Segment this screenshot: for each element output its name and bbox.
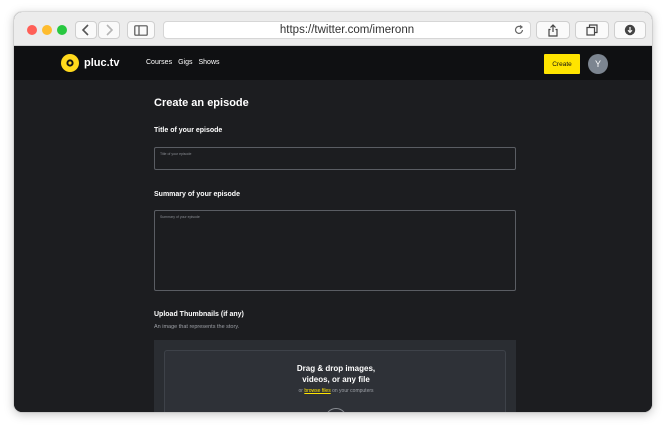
upload-area: Drag & drop images, videos, or any file … [154,340,516,412]
browser-window: https://twitter.com/imeronn pluc.tv Cour… [14,12,652,412]
share-button[interactable] [536,21,570,39]
tabs-button[interactable] [575,21,609,39]
downloads-button[interactable] [614,21,646,39]
sidebar-icon [134,24,148,36]
share-icon [548,23,558,37]
download-icon [624,24,636,36]
brand-name: pluc.tv [84,57,120,69]
upload-label: Upload Thumbnails (if any) [154,311,244,318]
avatar[interactable]: Y [588,54,608,74]
sidebar-toggle-button[interactable] [127,21,155,39]
nav-link-courses[interactable]: Courses [146,59,172,66]
reload-icon[interactable] [513,24,525,36]
brand-logo[interactable]: pluc.tv [61,54,119,72]
address-bar[interactable]: https://twitter.com/imeronn [163,21,531,39]
top-navbar: pluc.tv Courses Gigs Shows Create Y [14,46,652,80]
drop-or-text: or [298,388,303,394]
drop-title-line2: videos, or any file [302,375,370,384]
web-page: pluc.tv Courses Gigs Shows Create Y Crea… [14,46,652,412]
drop-zone[interactable]: Drag & drop images, videos, or any file … [164,350,506,412]
close-window-button[interactable] [27,25,37,35]
tabs-icon [586,24,598,36]
title-label: Title of your episode [154,127,223,134]
nav-links: Courses Gigs Shows [146,59,220,66]
upload-sublabel: An image that represents the story. [154,324,240,330]
browse-files-link[interactable]: browse files [304,388,330,394]
browser-toolbar: https://twitter.com/imeronn [14,12,652,46]
minimize-window-button[interactable] [42,25,52,35]
title-input[interactable]: Title of your episode [154,147,516,170]
nav-link-gigs[interactable]: Gigs [178,59,192,66]
summary-placeholder: Summary of your episode [160,215,200,219]
forward-button[interactable] [98,21,120,39]
summary-textarea[interactable]: Summary of your episode [154,210,516,291]
upload-icon [325,408,347,412]
title-placeholder: Title of your episode [160,152,192,156]
nav-link-shows[interactable]: Shows [198,59,219,66]
page-title: Create an episode [154,97,249,109]
summary-label: Summary of your episode [154,191,240,198]
create-button[interactable]: Create [544,54,580,74]
drop-title-line1: Drag & drop images, [296,364,376,373]
back-button[interactable] [75,21,97,39]
logo-icon [61,54,79,72]
drop-title: Drag & drop images, videos, or any file [165,363,507,385]
url-text: https://twitter.com/imeronn [279,24,415,36]
chevron-left-icon [81,24,89,36]
chevron-right-icon [106,24,114,36]
drop-subtext: or browse files on your computers [165,388,507,394]
drop-suffix-text: on your computers [332,388,374,394]
zoom-window-button[interactable] [57,25,67,35]
